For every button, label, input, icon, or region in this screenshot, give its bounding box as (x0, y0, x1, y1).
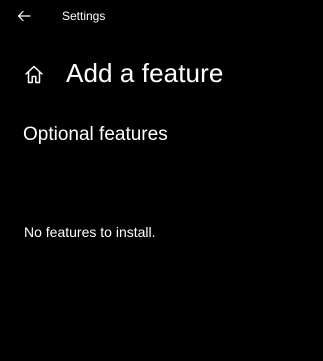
section-title: Optional features (23, 124, 168, 145)
title-bar: Settings (0, 0, 323, 32)
back-button[interactable] (8, 4, 40, 28)
arrow-left-icon (17, 10, 31, 22)
home-icon (25, 65, 43, 83)
empty-state-message: No features to install. (24, 224, 156, 240)
window-title: Settings (62, 9, 106, 23)
page-header: Add a feature (0, 52, 323, 96)
home-button[interactable] (20, 62, 48, 86)
page-title: Add a feature (66, 58, 224, 88)
